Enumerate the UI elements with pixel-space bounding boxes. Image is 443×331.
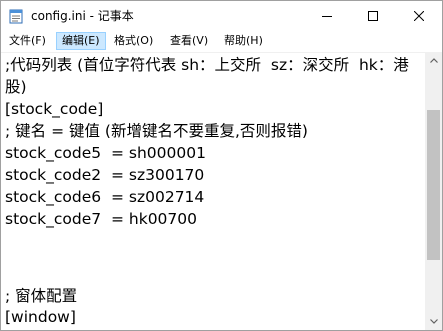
menu-bar: 文件(F) 编辑(E) 格式(O) 查看(V) 帮助(H) [1, 31, 442, 51]
editor-line: [window] [5, 308, 76, 326]
menu-format[interactable]: 格式(O) [109, 32, 158, 50]
maximize-button[interactable] [350, 1, 396, 31]
notepad-window: config.ini - 记事本 文件(F) 编辑(E) 格式(O) 查看(V)… [0, 0, 443, 331]
editor-line: ;代码列表 (首位字符代表 sh：上交所 sz：深交所 hk：港 [5, 56, 409, 74]
vertical-scrollbar[interactable] [425, 52, 442, 330]
editor-line: [stock_code] [5, 100, 104, 118]
text-editor[interactable]: ;代码列表 (首位字符代表 sh：上交所 sz：深交所 hk：港 股) [sto… [1, 52, 425, 330]
scrollbar-thumb[interactable] [427, 110, 440, 260]
window-title: config.ini - 记事本 [31, 9, 134, 23]
arrow-up-icon [429, 58, 438, 63]
editor-line: stock_code6 = sz002714 [5, 188, 205, 206]
notepad-icon [9, 8, 23, 24]
maximize-icon [368, 11, 378, 21]
menu-file[interactable]: 文件(F) [4, 32, 51, 50]
editor-line: ; 键名 = 键值 (新增键名不要重复,否则报错) [5, 122, 308, 140]
minimize-icon [322, 16, 332, 17]
close-icon [414, 11, 424, 21]
minimize-button[interactable] [304, 1, 350, 31]
editor-line: ; 窗体配置 [5, 287, 78, 305]
editor-line: 股) [5, 78, 27, 96]
editor-line: stock_code2 = sz300170 [5, 166, 205, 184]
scroll-down-button[interactable] [425, 313, 442, 330]
menu-view[interactable]: 查看(V) [165, 32, 213, 50]
menu-edit[interactable]: 编辑(E) [56, 32, 106, 50]
close-button[interactable] [396, 1, 442, 31]
arrow-down-icon [429, 319, 438, 324]
editor-line: stock_code5 = sh000001 [5, 144, 206, 162]
editor-line: stock_code7 = hk00700 [5, 210, 198, 228]
menu-help[interactable]: 帮助(H) [219, 32, 268, 50]
scroll-up-button[interactable] [425, 52, 442, 69]
title-bar[interactable]: config.ini - 记事本 [1, 1, 442, 31]
